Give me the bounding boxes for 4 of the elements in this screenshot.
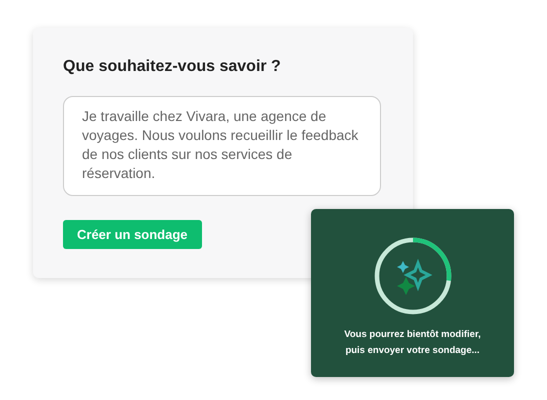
progress-message: Vous pourrez bientôt modifier, puis envoyer votre sondage... xyxy=(343,328,482,358)
sparkles-icon xyxy=(396,258,432,295)
card-heading: Que souhaitez-vous savoir ? xyxy=(63,58,282,76)
description-field[interactable]: Je travaille chez Vivara, une agence de voyages. Nous voulons recueillir le feedback de nos clients sur nos services de réservation. xyxy=(63,96,381,196)
